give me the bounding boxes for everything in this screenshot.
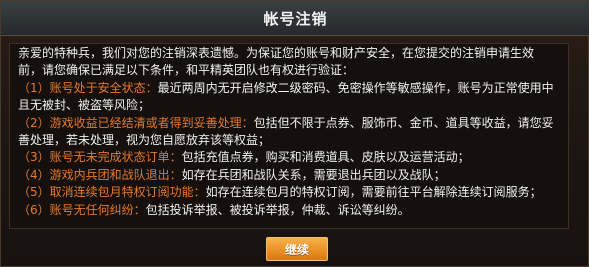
intro-text: 亲爱的特种兵，我们对您的注销深表遗憾。为保证您的账号和财产安全，在您提交的注销申… (18, 46, 535, 78)
condition-text-3: 包括充值点券，购买和消费道具、皮肤以及运营活动； (181, 150, 470, 165)
condition-item-3: （3）账号无未完成状态订单：包括充值点券，购买和消费道具、皮肤以及运营活动； (18, 149, 556, 166)
condition-text-6: 包括投诉举报、被投诉举报，仲裁、诉讼等纠纷。 (145, 202, 410, 217)
continue-button[interactable]: 继续 (266, 237, 328, 261)
notice-panel: 亲爱的特种兵，我们对您的注销深表遗憾。为保证您的账号和财产安全，在您提交的注销申… (9, 43, 569, 229)
condition-item-1: （1）账号处于安全状态：最近两周内无开启修改二级密码、免密操作等敏感操作，账号为… (18, 80, 556, 115)
dialog-title: 帐号注销 (263, 9, 328, 28)
condition-label-6: （6）账号无任何纠纷： (18, 202, 146, 217)
condition-item-6: （6）账号无任何纠纷：包括投诉举报、被投诉举报，仲裁、诉讼等纠纷。 (18, 202, 556, 219)
condition-label-2: （2）游戏收益已经结清或者得到妥善处理： (18, 115, 254, 130)
condition-label-4: （4）游戏内兵团和战队退出： (18, 167, 182, 182)
condition-label-5: （5）取消连续包月特权订阅功能： (18, 185, 206, 200)
condition-label-1: （1）账号处于安全状态： (18, 80, 158, 95)
account-deletion-dialog: 帐号注销 亲爱的特种兵，我们对您的注销深表遗憾。为保证您的账号和财产安全，在您提… (0, 0, 589, 267)
condition-item-5: （5）取消连续包月特权订阅功能：如存在连续包月的特权订阅，需要前往平台解除连续订… (18, 184, 556, 201)
condition-item-2: （2）游戏收益已经结清或者得到妥善处理：包括但不限于点券、服饰币、金币、道具等收… (18, 115, 556, 150)
button-area: 继续 (266, 237, 328, 261)
condition-label-3: （3）账号无未完成状态订单： (18, 150, 182, 165)
dialog-title-bar: 帐号注销 (1, 1, 589, 36)
condition-text-4: 如存在兵团和战队关系，需要退出兵团以及战队； (181, 167, 446, 182)
condition-item-4: （4）游戏内兵团和战队退出：如存在兵团和战队关系，需要退出兵团以及战队； (18, 167, 556, 184)
condition-text-5: 如存在连续包月的特权订阅，需要前往平台解除连续订阅服务； (205, 185, 542, 200)
